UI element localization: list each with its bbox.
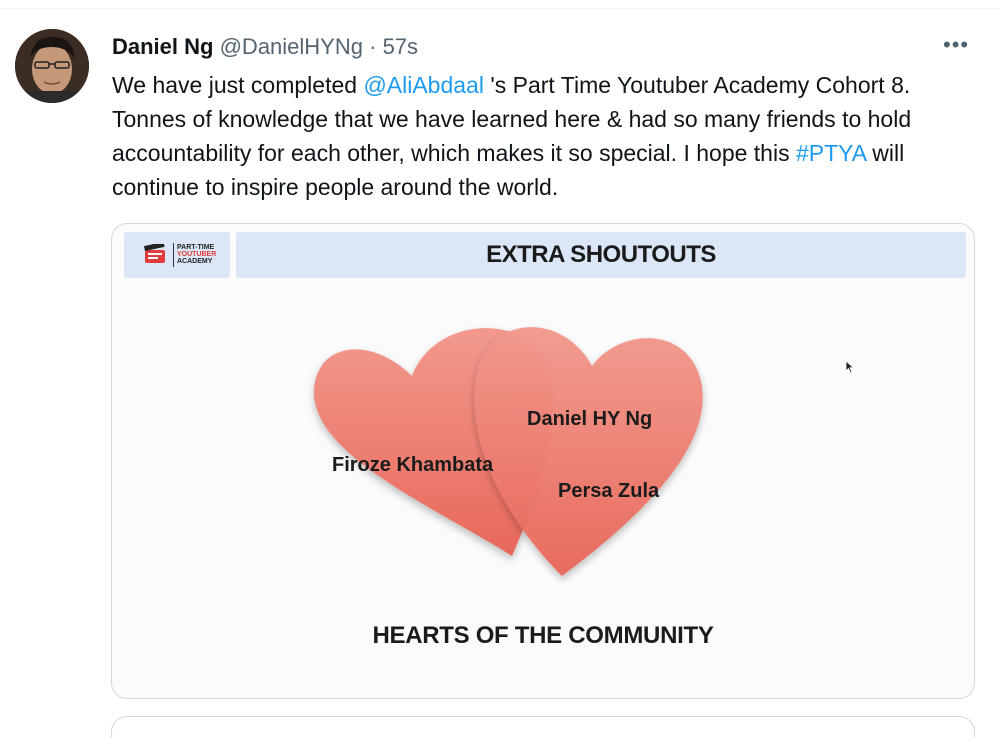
logo-line: ACADEMY xyxy=(177,258,213,265)
clapperboard-icon xyxy=(144,244,165,263)
image-caption: HEARTS OF THE COMMUNITY xyxy=(372,622,714,649)
separator: · xyxy=(369,34,377,59)
logo-separator xyxy=(173,243,174,267)
mention-link[interactable]: @AliAbdaal xyxy=(363,72,484,98)
academy-logo: PART-TIME YOUTUBER ACADEMY xyxy=(124,232,230,278)
tweet-header: Daniel Ng @DanielHYNg · 57s xyxy=(112,33,418,61)
logo-line: YOUTUBER xyxy=(177,251,217,258)
avatar-photo xyxy=(15,29,89,103)
author-name[interactable]: Daniel Ng xyxy=(112,34,213,59)
mouse-cursor-icon xyxy=(845,360,855,374)
name-label: Firoze Khambata xyxy=(332,454,494,476)
logo-text: PART-TIME YOUTUBER ACADEMY xyxy=(177,244,216,265)
image-title: EXTRA SHOUTOUTS xyxy=(486,241,716,268)
tweet-text-part: We have just completed xyxy=(112,72,364,98)
author-handle[interactable]: @DanielHYNg xyxy=(220,34,363,59)
next-card-edge xyxy=(111,716,975,737)
divider xyxy=(0,8,1000,9)
name-label: Daniel HY Ng xyxy=(527,408,653,430)
logo-line: PART-TIME xyxy=(177,244,215,251)
avatar[interactable] xyxy=(15,29,89,103)
name-label: Persa Zula xyxy=(558,480,660,502)
timestamp[interactable]: 57s xyxy=(383,34,418,59)
more-horizontal-icon[interactable]: ••• xyxy=(943,32,969,58)
hashtag-link[interactable]: #PTYA xyxy=(796,140,866,166)
tweet-text: We have just completed @AliAbdaal 's Par… xyxy=(112,68,982,204)
title-banner: EXTRA SHOUTOUTS xyxy=(236,232,966,278)
media-image[interactable]: PART-TIME YOUTUBER ACADEMY EXTRA SHOUTOU… xyxy=(111,223,975,699)
tweet[interactable]: Daniel Ng @DanielHYNg · 57s ••• We have … xyxy=(0,0,1000,737)
